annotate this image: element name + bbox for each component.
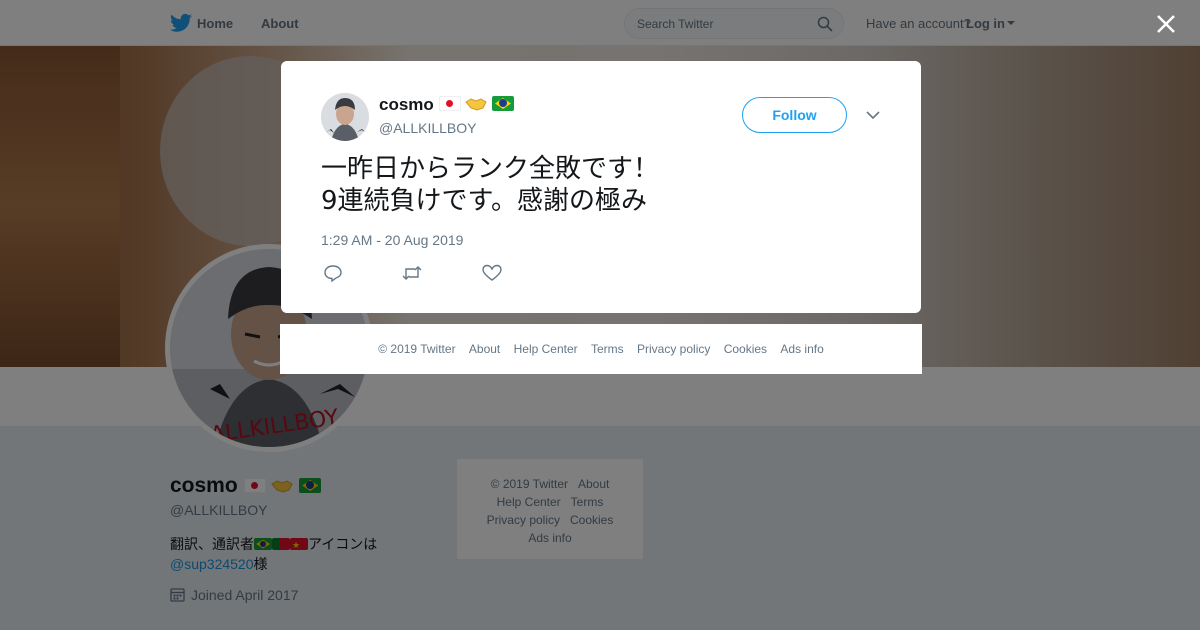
footer-privacy-link[interactable]: Privacy policy <box>637 342 710 356</box>
retweet-icon[interactable] <box>401 264 423 282</box>
like-icon[interactable] <box>481 264 503 282</box>
brazil-flag-icon <box>492 96 514 111</box>
tweet-author-avatar[interactable] <box>321 93 369 141</box>
tweet-author-name[interactable]: cosmo <box>379 95 514 115</box>
tweet-text-line: 9連続負けです。感謝の極み <box>321 186 647 216</box>
chevron-down-icon[interactable] <box>865 109 881 121</box>
footer-ads-link[interactable]: Ads info <box>780 342 823 356</box>
tweet-avatar-illustration <box>321 93 369 141</box>
tweet-text: 一昨日からランク全敗です！ 9連続負けです。感謝の極み <box>321 153 881 217</box>
footer-about-link[interactable]: About <box>469 342 500 356</box>
footer-terms-link[interactable]: Terms <box>591 342 624 356</box>
reply-icon[interactable] <box>322 264 344 282</box>
handshake-icon <box>465 98 487 111</box>
tweet-timestamp[interactable]: 1:29 AM - 20 Aug 2019 <box>321 232 463 248</box>
close-icon[interactable] <box>1154 12 1178 36</box>
tweet-permalink-card: cosmo @ALLKILLBOY Follow 一昨日からランク全敗です！ 9… <box>281 61 921 313</box>
jp-flag-icon <box>438 96 461 111</box>
tweet-author-handle[interactable]: @ALLKILLBOY <box>379 120 477 136</box>
tweet-author-name-text: cosmo <box>379 95 434 114</box>
footer-copyright: © 2019 Twitter <box>378 342 456 356</box>
tweet-text-line: 一昨日からランク全敗です！ <box>321 154 660 184</box>
footer-help-link[interactable]: Help Center <box>514 342 578 356</box>
modal-footer: © 2019 Twitter About Help Center Terms P… <box>280 324 922 374</box>
footer-cookies-link[interactable]: Cookies <box>724 342 767 356</box>
follow-button[interactable]: Follow <box>742 97 847 133</box>
